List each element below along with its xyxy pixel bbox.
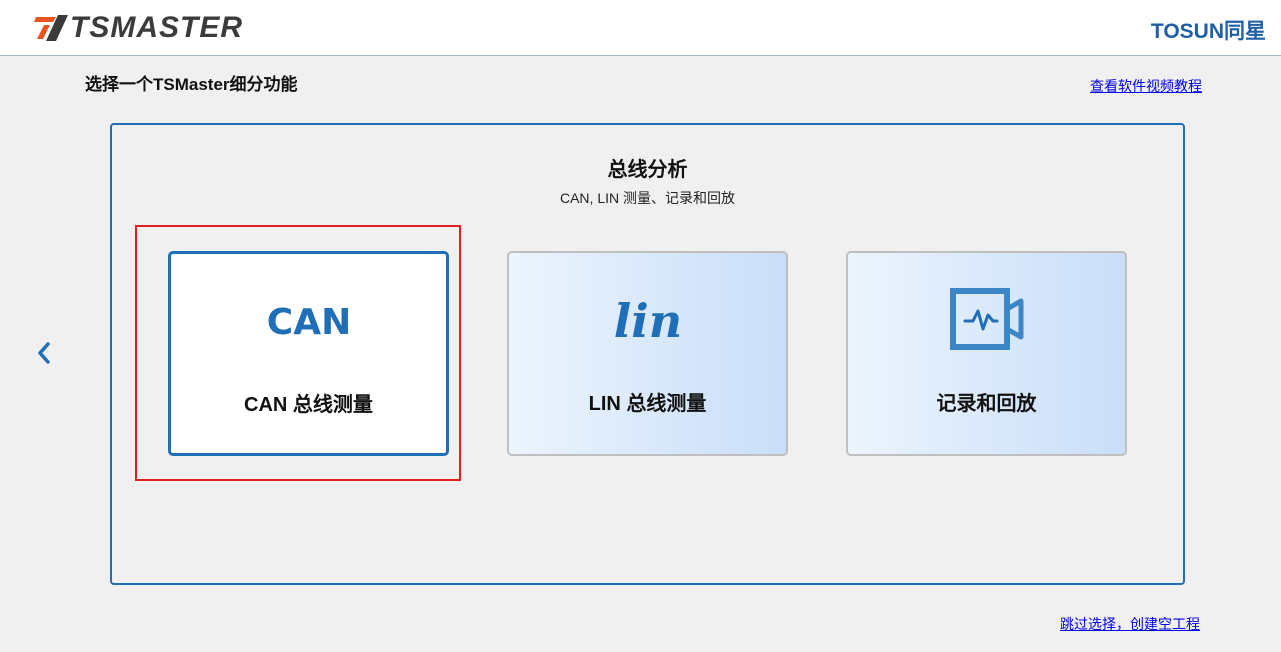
lin-logo-icon: lin xyxy=(613,294,681,348)
tsmaster-mark-icon xyxy=(34,15,68,41)
card-can-bus-measurement[interactable]: CAN CAN 总线测量 xyxy=(168,251,449,456)
record-replay-icon xyxy=(949,288,1023,350)
logo-wordmark: TSMASTER xyxy=(70,11,243,44)
svg-text:lin: lin xyxy=(613,294,681,348)
chevron-left-icon[interactable] xyxy=(32,338,56,368)
skip-create-empty-project-link[interactable]: 跳过选择，创建空工程 xyxy=(1060,614,1200,634)
card-label: CAN 总线测量 xyxy=(244,394,373,416)
svg-text:CAN: CAN xyxy=(267,302,351,341)
video-tutorial-link[interactable]: 查看软件视频教程 xyxy=(1090,76,1202,96)
card-label: 记录和回放 xyxy=(936,393,1037,415)
can-logo-icon: CAN xyxy=(267,302,351,341)
tosun-brand-logo: TOSUN同星 xyxy=(1150,20,1266,43)
panel-title: 总线分析 xyxy=(607,159,688,181)
card-record-replay[interactable]: 记录和回放 xyxy=(846,251,1127,456)
panel-subtitle: CAN, LIN 测量、记录和回放 xyxy=(559,190,735,206)
top-bar: TSMASTER TOSUN同星 xyxy=(0,0,1281,56)
card-label: LIN 总线测量 xyxy=(588,393,707,415)
page-title: 选择一个TSMaster细分功能 xyxy=(85,75,298,94)
tsmaster-logo: TSMASTER xyxy=(34,12,243,44)
card-lin-bus-measurement[interactable]: lin LIN 总线测量 xyxy=(507,251,788,456)
